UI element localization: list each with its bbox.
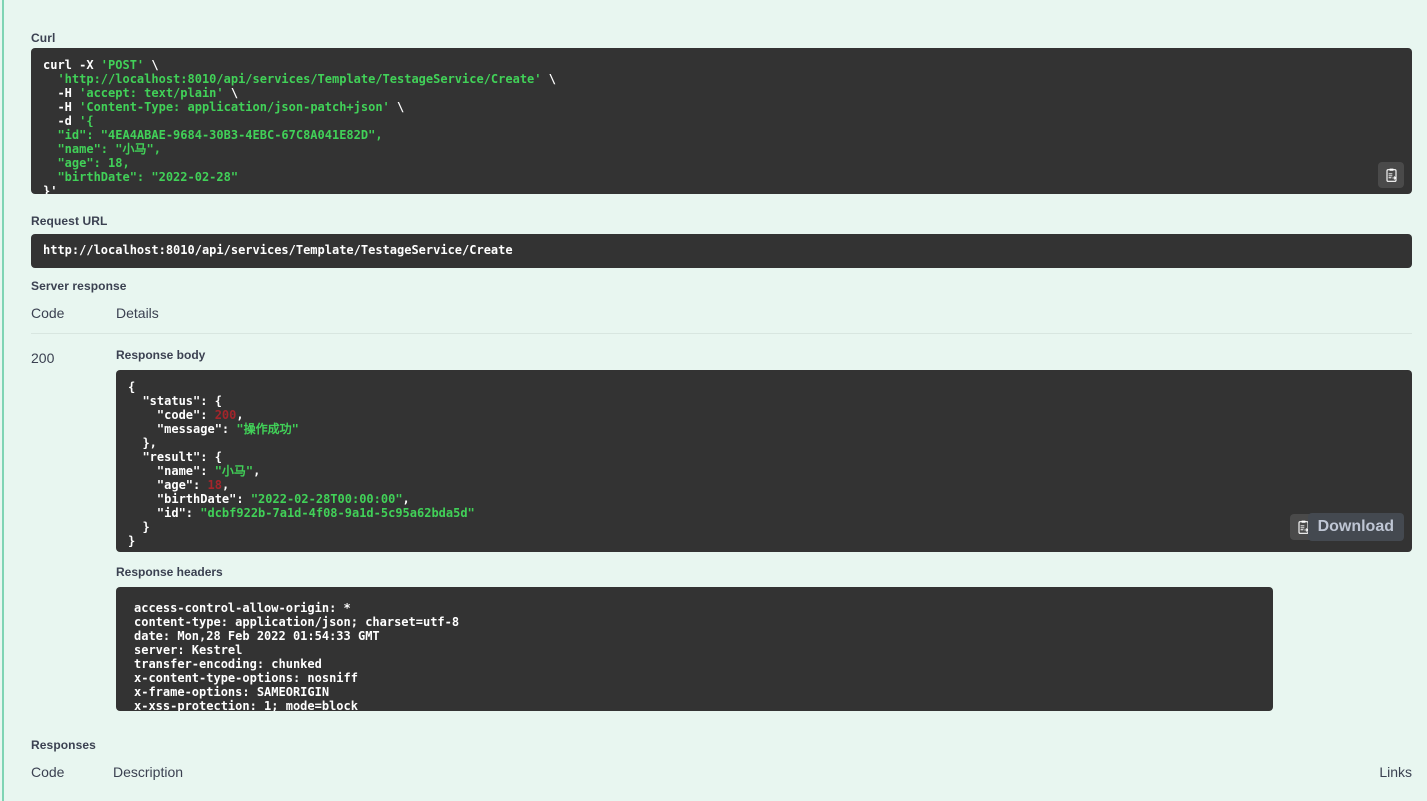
response-body-label: Response body — [116, 348, 206, 362]
column-header-description: Description — [113, 764, 184, 780]
response-body-text: { "status": { "code": 200, "message": "操… — [128, 380, 475, 548]
request-url-text: http://localhost:8010/api/services/Templ… — [43, 243, 513, 257]
server-response-table: Code Details 200 Response body { "status… — [31, 305, 1412, 711]
server-response-label: Server response — [31, 279, 127, 293]
table-row: 200 Response body { "status": { "code": … — [31, 334, 1412, 711]
response-body-block: { "status": { "code": 200, "message": "操… — [116, 370, 1412, 552]
column-header-links: Links — [1379, 764, 1412, 780]
curl-label: Curl — [31, 31, 56, 45]
response-headers-text: access-control-allow-origin: * content-t… — [134, 601, 460, 711]
clipboard-copy-icon[interactable] — [1378, 162, 1404, 188]
curl-code-block: curl -X 'POST' \ 'http://localhost:8010/… — [31, 48, 1412, 194]
curl-code-text: curl -X 'POST' \ 'http://localhost:8010/… — [43, 58, 556, 194]
column-header-code: Code — [31, 305, 65, 321]
download-button[interactable]: Download — [1307, 513, 1404, 541]
request-url-block: http://localhost:8010/api/services/Templ… — [31, 234, 1412, 268]
responses-table-header: Code Description Links — [31, 764, 1412, 780]
response-headers-block: access-control-allow-origin: * content-t… — [116, 587, 1273, 711]
left-accent-rule — [2, 0, 4, 801]
swagger-try-it-out-result-panel: Curl curl -X 'POST' \ 'http://localhost:… — [0, 0, 1427, 801]
column-header-code: Code — [31, 764, 65, 780]
response-headers-label: Response headers — [116, 565, 223, 579]
column-header-details: Details — [116, 305, 159, 321]
server-response-table-header: Code Details — [31, 305, 1412, 334]
request-url-label: Request URL — [31, 214, 108, 228]
response-details-cell: Response body { "status": { "code": 200,… — [116, 348, 1412, 711]
response-status-code: 200 — [31, 350, 55, 366]
responses-label: Responses — [31, 738, 96, 752]
